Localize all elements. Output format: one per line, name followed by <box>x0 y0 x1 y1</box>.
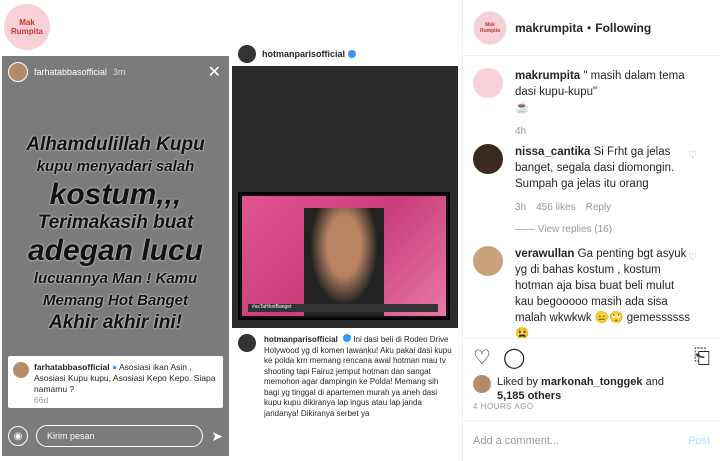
following-button[interactable]: Following <box>595 21 651 35</box>
verified-icon: ● <box>111 362 118 372</box>
story-header: farhatabbasofficial 3m ✕ <box>2 56 229 88</box>
comment-username: farhatabbasofficial <box>34 362 110 372</box>
avatar[interactable] <box>473 246 503 276</box>
mak-rumpita-logo: Mak Rumpita <box>4 4 50 50</box>
story-text-line: Terimakasih buat <box>37 212 194 233</box>
post-caption: hotmanparisofficial Ini dasi beli di Rod… <box>232 328 458 419</box>
liked-by-prefix: Liked by <box>497 376 538 388</box>
avatar[interactable] <box>473 68 503 98</box>
caption-text: Ini dasi beli di Rodeo Drive Holywood yg… <box>264 335 452 418</box>
verified-icon <box>348 50 357 58</box>
liked-by: Liked by markonah_tonggek and 5,185 othe… <box>473 375 710 403</box>
camera-icon[interactable]: ◉ <box>8 426 28 446</box>
close-icon[interactable]: ✕ <box>208 62 221 82</box>
story-text: Alhamdulillah Kupu kupu menyadari salah ko… <box>2 134 229 334</box>
send-icon[interactable]: ➤ <box>211 428 223 445</box>
comment-time[interactable]: 4h <box>515 126 526 137</box>
avatar <box>13 362 29 378</box>
right-panel: Mak Rumpita makrumpita • Following makrum… <box>463 0 720 461</box>
comment-username[interactable]: nissa_cantika <box>515 146 590 158</box>
heart-icon[interactable]: ♡ <box>688 148 697 164</box>
liked-and: and <box>645 376 664 388</box>
story-text-line: kostum,,, <box>49 178 182 211</box>
coffee-emoji: ☕ <box>515 102 530 114</box>
heart-icon[interactable]: ♡ <box>473 345 491 370</box>
bookmark-icon[interactable]: ⎗ <box>694 346 710 369</box>
story-footer: ◉ Kirim pesan ➤ <box>2 416 229 456</box>
post-button[interactable]: Post <box>688 435 710 447</box>
comment-username[interactable]: makrumpita <box>515 70 580 82</box>
tv-caption: #ssTaHhotBanget <box>248 304 438 312</box>
add-comment-input[interactable]: Add a comment... <box>473 435 559 447</box>
instagram-story: farhatabbasofficial 3m ✕ Alhamdulillah K… <box>2 56 229 456</box>
avatar <box>473 375 491 393</box>
comment-icon[interactable]: ◯ <box>503 345 525 370</box>
caption-username: hotmanparisofficial <box>264 335 338 344</box>
comment-username[interactable]: verawullan <box>515 248 574 260</box>
comment-likes[interactable]: 456 likes <box>536 202 575 213</box>
comment-item: nissa_cantika Si Frht ga jelas banget, s… <box>473 144 713 238</box>
reply-button[interactable]: Reply <box>586 202 612 213</box>
comment-thread[interactable]: makrumpita " masih dalam tema dasi kupu-… <box>463 56 720 338</box>
post-header: Mak Rumpita makrumpita • Following <box>463 0 720 56</box>
instagram-post: hotmanparisofficial #ssTaHhotBanget hotm… <box>232 42 458 452</box>
story-time: 3m <box>112 67 126 77</box>
view-replies-label: View replies (16) <box>537 224 613 235</box>
story-text-line: adegan lucu <box>27 234 204 267</box>
left-panel: Mak Rumpita farhatabbasofficial 3m ✕ Alh… <box>0 0 460 461</box>
post-time-ago[interactable]: 4 HOURS AGO <box>473 402 534 411</box>
header-username[interactable]: makrumpita <box>515 21 583 35</box>
television: #ssTaHhotBanget <box>238 192 450 320</box>
add-comment-bar: Add a comment... Post <box>463 420 720 461</box>
post-actions: ♡ ◯ ⎗ Liked by markonah_tonggek and 5,18… <box>463 338 720 402</box>
comment-time: 66d <box>34 395 49 405</box>
story-username[interactable]: farhatabbasofficial <box>34 67 107 77</box>
liked-by-user[interactable]: markonah_tonggek <box>541 376 642 388</box>
post-photo: #ssTaHhotBanget <box>232 66 458 328</box>
logo-text: Mak Rumpita <box>11 18 43 36</box>
tv-screen: #ssTaHhotBanget <box>242 196 446 316</box>
story-text-line: Akhir akhir ini! <box>48 312 183 333</box>
post-header: hotmanparisofficial <box>232 42 458 66</box>
post-username[interactable]: hotmanparisofficial <box>262 49 345 59</box>
liked-count[interactable]: 5,185 others <box>497 390 561 402</box>
verified-icon <box>343 334 352 342</box>
avatar[interactable] <box>238 45 256 63</box>
story-text-line: Alhamdulillah Kupu <box>26 134 205 155</box>
view-replies-button[interactable]: —— View replies (16) <box>515 222 713 238</box>
person-on-screen <box>304 208 384 316</box>
comment-item: verawullan Ga penting bgt asyuk yg di ba… <box>473 246 713 338</box>
story-comment-sticker: farhatabbasofficial ● Asosiasi ikan Asin… <box>8 356 223 408</box>
story-text-line: Memang Hot Banget <box>42 292 188 309</box>
avatar[interactable] <box>473 144 503 174</box>
avatar[interactable]: Mak Rumpita <box>473 10 507 45</box>
avatar[interactable] <box>8 62 28 82</box>
comment-item: makrumpita " masih dalam tema dasi kupu-… <box>473 68 713 140</box>
avatar <box>238 334 256 352</box>
story-text-line: kupu menyadari salah <box>36 158 195 175</box>
send-message-input[interactable]: Kirim pesan <box>36 425 204 447</box>
heart-icon[interactable]: ♡ <box>688 250 697 266</box>
separator: • <box>587 20 592 35</box>
laughing-emoji: 😫 <box>515 328 530 338</box>
story-text-line: lucuannya Man ! Kamu <box>33 270 198 287</box>
comment-time[interactable]: 3h <box>515 202 526 213</box>
